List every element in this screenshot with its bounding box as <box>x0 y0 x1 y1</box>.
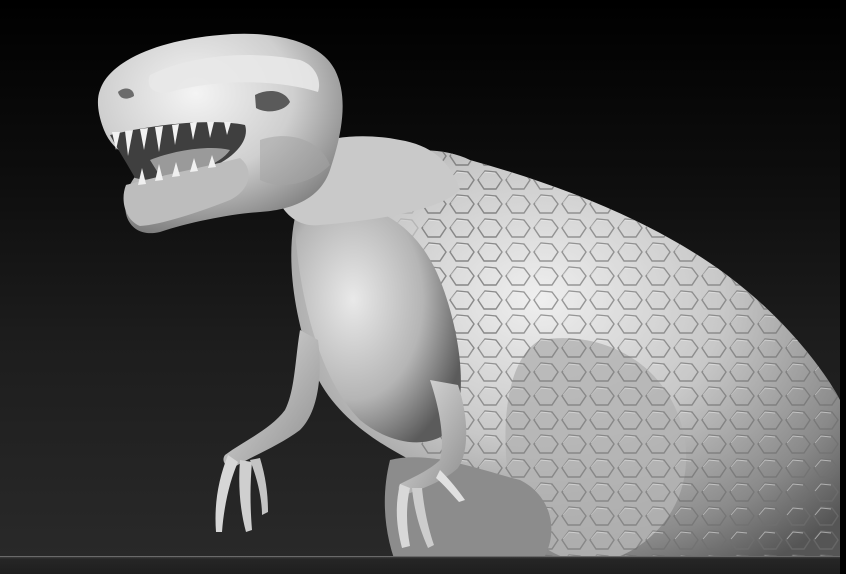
arm-left <box>223 330 320 468</box>
claw-left-3 <box>250 458 268 515</box>
claw-left-2 <box>239 460 252 532</box>
3d-viewport[interactable] <box>0 0 840 574</box>
claw-left-1 <box>215 455 238 532</box>
bottom-shelf-bar <box>0 556 840 574</box>
dinosaur-model[interactable] <box>0 0 840 574</box>
